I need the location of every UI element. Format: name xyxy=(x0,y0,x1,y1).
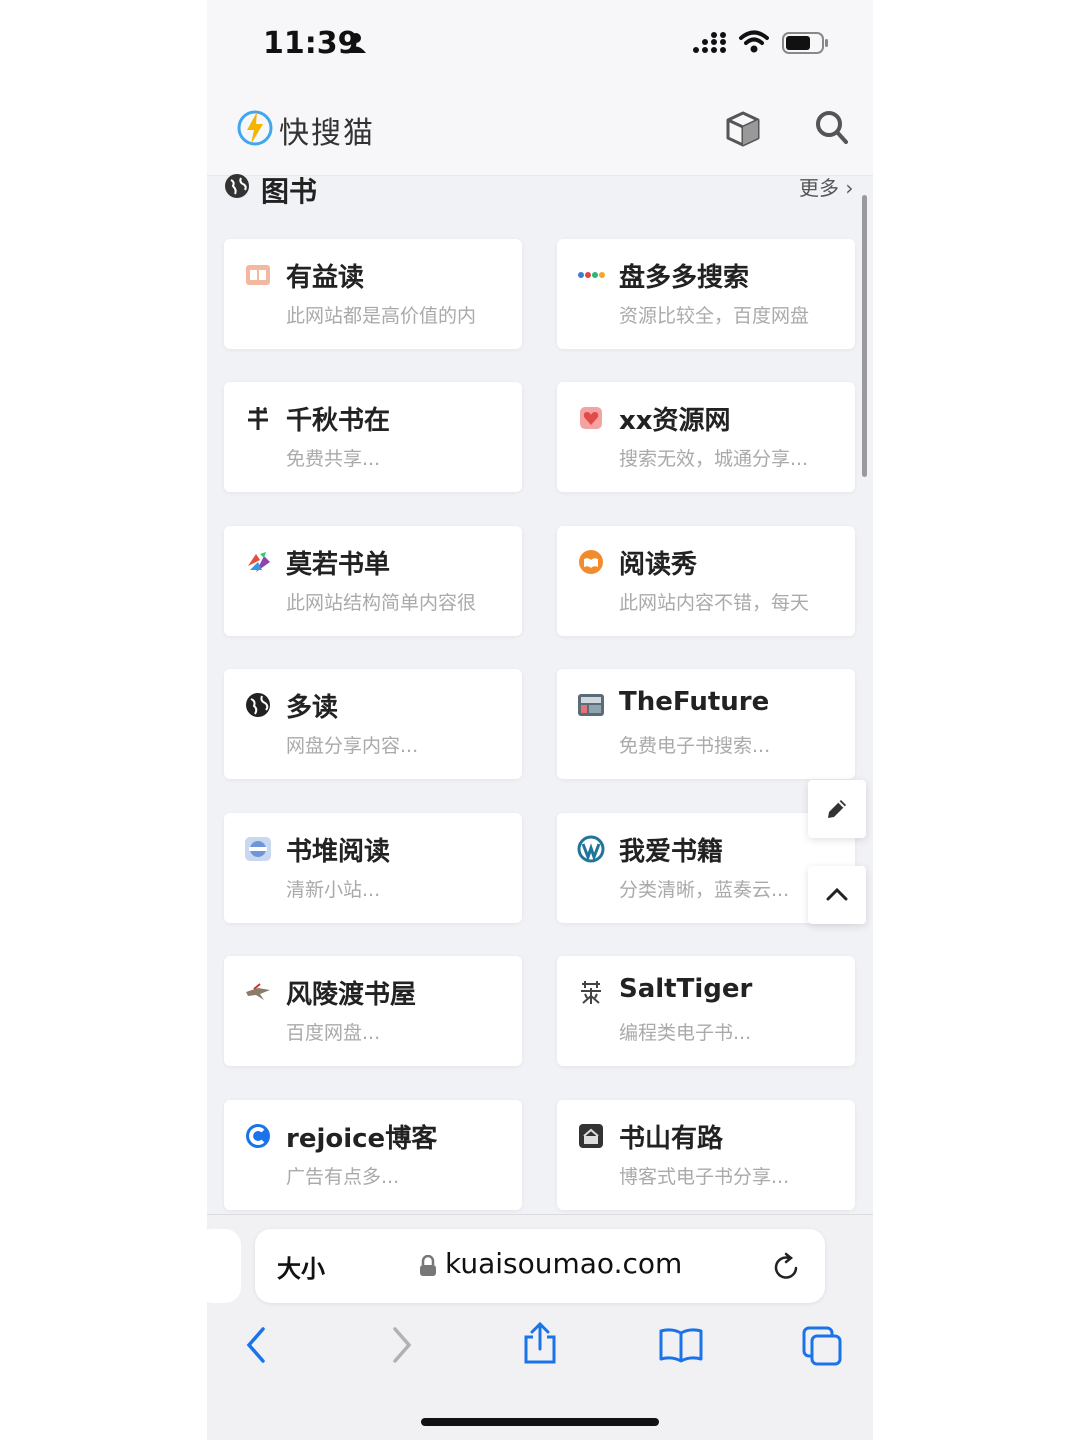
dark-box-icon xyxy=(577,1122,605,1150)
site-description: 博客式电子书分享... xyxy=(619,1166,790,1188)
site-description: 广告有点多... xyxy=(286,1166,400,1188)
heart-box-icon xyxy=(577,404,605,432)
previous-tab-preview[interactable] xyxy=(207,1229,241,1303)
colorful-books-icon xyxy=(244,548,272,576)
book-card-icon xyxy=(244,261,272,289)
phone-screen: 11:39 快搜猫 图书 更多 › 有益读 此网站都是高价值的内 盘多多搜索 资… xyxy=(207,0,873,1440)
site-card[interactable]: 阅读秀 此网站内容不错，每天 xyxy=(557,526,855,636)
orange-book-icon xyxy=(577,548,605,576)
site-title: 千秋书在 xyxy=(286,406,391,436)
blue-c-icon xyxy=(244,1122,272,1150)
wifi-icon xyxy=(739,30,769,53)
site-title: SaltTiger xyxy=(619,974,753,1004)
site-card[interactable]: rejoice博客 广告有点多... xyxy=(224,1100,522,1210)
site-title: 风陵渡书屋 xyxy=(286,980,417,1010)
lightning-logo-icon[interactable] xyxy=(237,108,273,148)
share-icon[interactable] xyxy=(521,1321,559,1365)
site-title: TheFuture xyxy=(619,687,770,717)
battery-icon xyxy=(782,32,828,54)
search-icon[interactable] xyxy=(815,110,849,146)
scroll-top-button[interactable] xyxy=(808,866,866,924)
site-title: rejoice博客 xyxy=(286,1124,438,1154)
cellular-signal-icon xyxy=(693,32,726,53)
site-title: 莫若书单 xyxy=(286,550,391,580)
bird-icon xyxy=(244,978,272,1006)
site-description: 免费电子书搜索... xyxy=(619,735,771,757)
browser-toolbar: 大小 kuaisoumao.com xyxy=(207,1214,873,1440)
site-description: 编程类电子书... xyxy=(619,1022,752,1044)
dots-logo-icon xyxy=(577,261,605,289)
site-title: 盘多多搜索 xyxy=(619,263,750,293)
status-bar: 11:39 xyxy=(207,0,873,80)
site-title: 书山有路 xyxy=(619,1124,724,1154)
app-header: 快搜猫 xyxy=(207,80,873,176)
site-description: 资源比较全，百度网盘 xyxy=(619,305,810,327)
site-card[interactable]: SaltTiger 编程类电子书... xyxy=(557,956,855,1066)
site-description: 免费共享... xyxy=(286,448,381,470)
site-title: 多读 xyxy=(286,693,339,723)
site-title: 我爱书籍 xyxy=(619,837,724,867)
lock-icon xyxy=(420,1255,436,1276)
site-description: 搜索无效，城通分享... xyxy=(619,448,809,470)
bookmarks-icon[interactable] xyxy=(658,1327,704,1363)
site-card[interactable]: 千秋书在 免费共享... xyxy=(224,382,522,492)
home-indicator[interactable] xyxy=(421,1418,659,1426)
site-card[interactable]: 多读 网盘分享内容... xyxy=(224,669,522,779)
site-card[interactable]: 书山有路 博客式电子书分享... xyxy=(557,1100,855,1210)
site-description: 此网站结构简单内容很 xyxy=(286,592,477,614)
forward-icon[interactable] xyxy=(387,1325,415,1365)
site-description: 网盘分享内容... xyxy=(286,735,419,757)
screen-thumbnail-icon xyxy=(577,691,605,719)
chevron-up-icon xyxy=(826,887,848,901)
site-card[interactable]: xx资源网 搜索无效，城通分享... xyxy=(557,382,855,492)
app-title[interactable]: 快搜猫 xyxy=(279,108,375,152)
globe-icon xyxy=(244,691,272,719)
reload-icon[interactable] xyxy=(771,1251,803,1283)
wordpress-icon xyxy=(577,835,605,863)
globe-icon xyxy=(225,174,249,198)
person-icon xyxy=(346,33,366,53)
site-card[interactable]: 莫若书单 此网站结构简单内容很 xyxy=(224,526,522,636)
tabs-icon[interactable] xyxy=(801,1325,843,1367)
site-card[interactable]: 有益读 此网站都是高价值的内 xyxy=(224,239,522,349)
site-card[interactable]: 盘多多搜索 资源比较全，百度网盘 xyxy=(557,239,855,349)
site-description: 百度网盘... xyxy=(286,1022,381,1044)
shu-char-icon xyxy=(244,404,272,432)
site-description: 清新小站... xyxy=(286,879,381,901)
site-title: 阅读秀 xyxy=(619,550,698,580)
section-title: 图书 xyxy=(261,175,318,208)
site-description: 此网站内容不错，每天 xyxy=(619,592,810,614)
edit-button[interactable] xyxy=(808,780,866,838)
site-card[interactable]: TheFuture 免费电子书搜索... xyxy=(557,669,855,779)
www-icon xyxy=(244,835,272,863)
address-bar[interactable]: 大小 kuaisoumao.com xyxy=(255,1229,825,1303)
site-card[interactable]: 书堆阅读 清新小站... xyxy=(224,813,522,923)
site-title: 书堆阅读 xyxy=(286,837,391,867)
url-text[interactable]: kuaisoumao.com xyxy=(445,1247,682,1280)
pencil-icon xyxy=(828,800,846,818)
scrollbar[interactable] xyxy=(862,195,867,477)
site-title: 有益读 xyxy=(286,263,365,293)
site-description: 分类清晰，蓝奏云... xyxy=(619,879,790,901)
cube-icon[interactable] xyxy=(725,110,761,148)
site-card[interactable]: 风陵渡书屋 百度网盘... xyxy=(224,956,522,1066)
more-link[interactable]: 更多 › xyxy=(799,172,853,201)
back-icon[interactable] xyxy=(243,1325,271,1365)
site-description: 此网站都是高价值的内 xyxy=(286,305,477,327)
site-title: xx资源网 xyxy=(619,406,731,436)
seal-char-icon xyxy=(577,978,605,1006)
text-size-button[interactable]: 大小 xyxy=(277,1249,325,1284)
